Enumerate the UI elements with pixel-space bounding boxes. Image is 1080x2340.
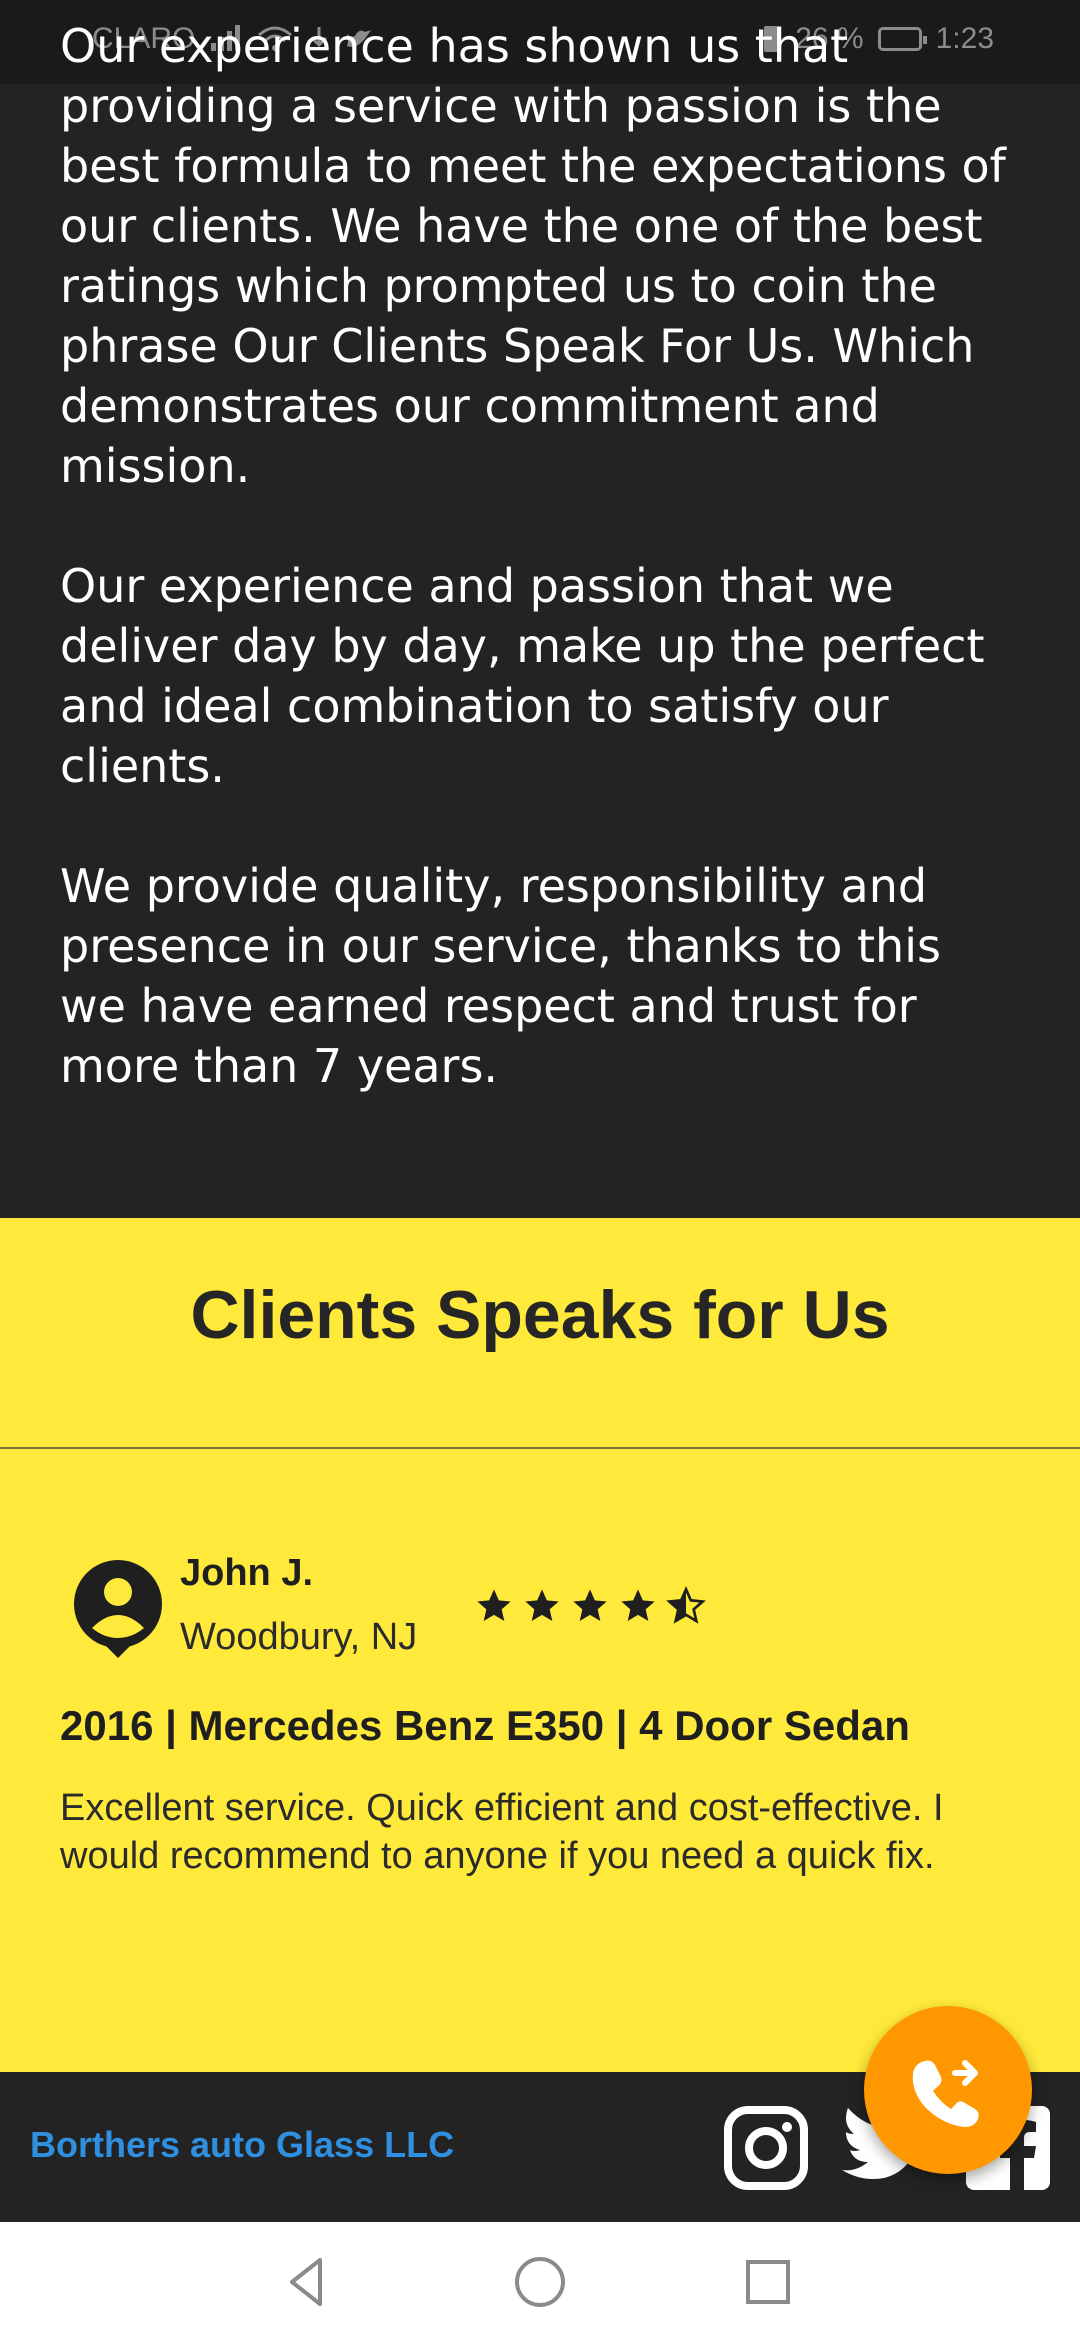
call-fab-button[interactable] xyxy=(864,2006,1032,2174)
instagram-icon[interactable] xyxy=(724,2106,808,2190)
star-full-icon xyxy=(525,1589,559,1621)
star-rating xyxy=(474,1586,706,1626)
intro-section: Our experience has shown us that providi… xyxy=(0,0,1080,1218)
star-full-icon xyxy=(573,1589,607,1621)
home-icon[interactable] xyxy=(510,2252,570,2312)
app-screen: Our experience has shown us that providi… xyxy=(0,0,1080,2340)
star-full-icon xyxy=(477,1589,511,1621)
review-text: Excellent service. Quick efficient and c… xyxy=(60,1787,944,1877)
reviewer-name: John J. xyxy=(180,1552,314,1594)
vehicle-info: 2016 | Mercedes Benz E350 | 4 Door Sedan xyxy=(60,1702,910,1749)
back-icon[interactable] xyxy=(278,2252,338,2312)
intro-paragraph-3: We provide quality, responsibility and p… xyxy=(60,859,941,1093)
system-nav-bar xyxy=(0,2222,1080,2340)
star-full-icon xyxy=(621,1589,655,1621)
section-title: Clients Speaks for Us xyxy=(190,1277,890,1353)
recents-icon[interactable] xyxy=(738,2252,798,2312)
reviewer-location: Woodbury, NJ xyxy=(180,1616,418,1658)
divider xyxy=(0,1447,1080,1449)
testimonials-section: Clients Speaks for Us John J. Woodbury, … xyxy=(0,1218,1080,2072)
user-avatar-icon xyxy=(74,1560,162,1658)
star-half-icon xyxy=(666,1586,706,1624)
brand-link[interactable]: Borthers auto Glass LLC xyxy=(30,2124,454,2166)
intro-paragraph-1: Our experience has shown us that providi… xyxy=(60,19,1006,493)
intro-paragraph-2: Our experience and passion that we deliv… xyxy=(60,559,985,793)
phone-forward-icon xyxy=(912,2060,979,2127)
